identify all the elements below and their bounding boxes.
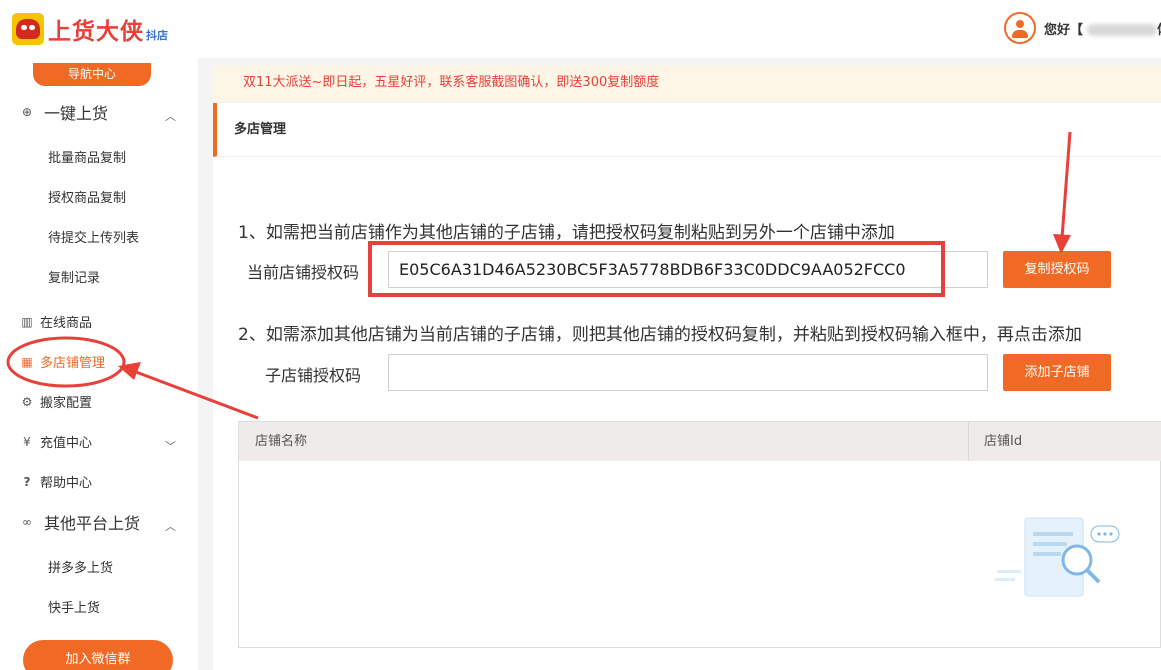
sidebar-item-recharge[interactable]: ¥ 充值中心: [20, 432, 93, 452]
join-wechat-button[interactable]: 加入微信群: [23, 640, 173, 670]
upload-circle-icon: ⊕: [21, 105, 33, 119]
user-menu[interactable]: 您好【体: [1004, 12, 1161, 44]
sidebar-item-label: 搬家配置: [40, 396, 93, 411]
sidebar-item-auth-copy[interactable]: 授权商品复制: [48, 187, 126, 206]
chevron-up-icon[interactable]: ︿: [165, 108, 176, 124]
sidebar-item-help[interactable]: ? 帮助中心: [20, 472, 93, 492]
sidebar: 导航中心 ⊕ 一键上货 ︿ 批量商品复制 授权商品复制 待提交上传列表 复制记录…: [0, 58, 198, 670]
col-store-name: 店铺名称: [255, 434, 308, 449]
nav-center-tab[interactable]: 导航中心: [33, 63, 151, 86]
sidebar-item-label: 充值中心: [40, 436, 93, 451]
col-store-id: 店铺Id: [984, 434, 1023, 449]
yen-circle-icon: ¥: [23, 434, 31, 449]
child-code-input[interactable]: [388, 354, 988, 391]
sidebar-item-label: 帮助中心: [40, 476, 93, 491]
list-icon: ▥: [21, 314, 33, 329]
sidebar-item-online-products[interactable]: ▥ 在线商品: [20, 312, 93, 332]
app-logo[interactable]: 上货大侠 抖店: [12, 12, 168, 46]
sidebar-item-label: 在线商品: [40, 316, 93, 331]
chevron-up-icon[interactable]: ︿: [165, 518, 176, 534]
sidebar-item-one-click[interactable]: ⊕ 一键上货: [20, 100, 108, 124]
top-header: 上货大侠 抖店 您好【体: [0, 0, 1161, 58]
sidebar-item-label: 多店铺管理: [40, 356, 106, 371]
sidebar-item-label: 其他平台上货: [44, 514, 141, 533]
chevron-down-icon[interactable]: ﹀: [165, 438, 176, 454]
current-code-label: 当前店铺授权码: [247, 263, 360, 282]
sidebar-item-move-config[interactable]: ⚙ 搬家配置: [20, 392, 93, 412]
page-title: 多店管理: [213, 103, 1161, 157]
grid-icon: ▦: [21, 354, 33, 369]
sidebar-item-kuaishou[interactable]: 快手上货: [48, 597, 100, 616]
table-header: 店铺名称 店铺Id: [239, 422, 1161, 461]
sidebar-item-copy-records[interactable]: 复制记录: [48, 267, 100, 286]
logo-text: 上货大侠: [48, 19, 144, 45]
sidebar-item-multi-store[interactable]: ▦ 多店铺管理: [20, 352, 106, 372]
link-icon: ∞: [22, 515, 32, 529]
copy-code-button[interactable]: 复制授权码: [1003, 251, 1111, 288]
user-avatar-icon[interactable]: [1004, 12, 1036, 44]
child-code-label: 子店铺授权码: [265, 366, 362, 385]
sidebar-item-other-platforms[interactable]: ∞ 其他平台上货: [20, 510, 140, 534]
step1-instruction: 1、如需把当前店铺作为其他店铺的子店铺，请把授权码复制粘贴到另外一个店铺中添加: [238, 223, 895, 243]
add-child-store-button[interactable]: 添加子店铺: [1003, 354, 1111, 391]
sidebar-item-pending-upload[interactable]: 待提交上传列表: [48, 227, 139, 246]
column-divider: [968, 422, 969, 461]
logo-mascot-icon: [12, 13, 44, 45]
promo-notice: 双11大派送~即日起，五星好评，联系客服截图确认，即送300复制额度: [213, 65, 1161, 101]
sidebar-item-batch-copy[interactable]: 批量商品复制: [48, 147, 126, 166]
logo-sub: 抖店: [146, 29, 168, 42]
user-greeting: 您好【体: [1044, 19, 1161, 38]
step2-instruction: 2、如需添加其他店铺为当前店铺的子店铺，则把其他店铺的授权码复制，并粘贴到授权码…: [238, 325, 1082, 345]
empty-data-icon: [995, 517, 1120, 597]
sidebar-item-pdd[interactable]: 拼多多上货: [48, 557, 113, 576]
code-highlight-box: [368, 241, 945, 297]
gear-icon: ⚙: [21, 394, 33, 409]
question-icon: ?: [23, 474, 31, 489]
sidebar-item-label: 一键上货: [44, 104, 109, 123]
